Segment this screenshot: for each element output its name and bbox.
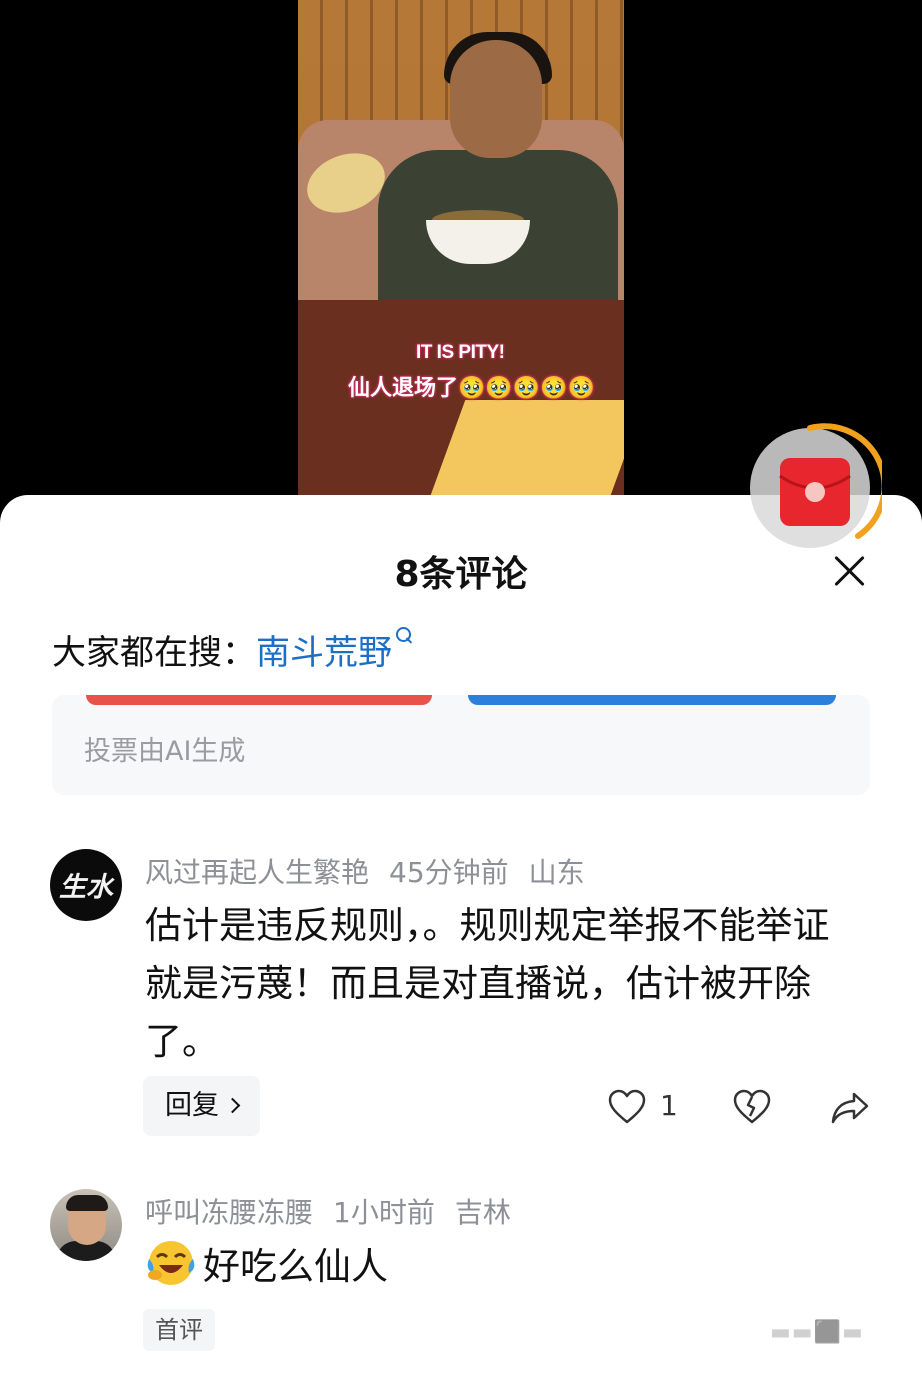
comment-location: 山东 bbox=[528, 856, 585, 889]
vote-card: 投票由AI生成 bbox=[52, 695, 870, 795]
red-envelope-icon[interactable] bbox=[748, 418, 882, 558]
like-count: 1 bbox=[660, 1089, 678, 1122]
avatar[interactable]: 生水 bbox=[50, 849, 122, 921]
like-heart-icon[interactable] bbox=[608, 1089, 646, 1125]
share-arrow-icon[interactable] bbox=[830, 1091, 870, 1125]
comment-meta: 风过再起人生繁艳 45分钟前 山东 bbox=[145, 851, 605, 891]
vote-option-left-bar[interactable] bbox=[86, 695, 432, 705]
first-comment-tag: 首评 bbox=[143, 1309, 215, 1351]
avatar-hair bbox=[66, 1195, 108, 1211]
video-caption-english: IT IS PITY! bbox=[416, 342, 505, 363]
comment-text: 好吃么仙人 bbox=[203, 1245, 388, 1288]
vote-ai-note: 投票由AI生成 bbox=[84, 736, 246, 767]
comment-location: 吉林 bbox=[454, 1196, 511, 1229]
search-icon bbox=[394, 625, 412, 651]
trending-search-prefix: 大家都在搜： bbox=[52, 633, 256, 673]
comment-username[interactable]: 呼叫冻腰冻腰 bbox=[145, 1196, 313, 1229]
comment-text-line: 好吃么仙人 bbox=[145, 1237, 865, 1296]
comment-time: 45分钟前 bbox=[389, 856, 509, 889]
comment-text: 估计是违反规则，。规则规定举报不能举证就是污蔑！而且是对直播说，估计被开除了。 bbox=[145, 904, 830, 1063]
comment-time: 1小时前 bbox=[333, 1196, 435, 1229]
laughing-crying-emoji-icon bbox=[147, 1241, 195, 1285]
comment-sheet: 8条评论 大家都在搜：南斗荒野 投票由AI生成 生水 风过再起人生繁艳 45分钟前… bbox=[0, 495, 922, 1374]
reply-label: 回复 bbox=[165, 1090, 219, 1121]
comment-username[interactable]: 风过再起人生繁艳 bbox=[145, 856, 369, 889]
video-tray bbox=[430, 400, 624, 495]
video-caption-chinese: 仙人退场了🥹🥹🥹🥹🥹 bbox=[348, 376, 595, 401]
avatar-calligraphy: 生水 bbox=[59, 872, 113, 903]
chevron-right-icon bbox=[224, 1097, 241, 1114]
trending-search-term[interactable]: 南斗荒野 bbox=[256, 633, 392, 673]
watermark-logo: ▬▬⬛▬ bbox=[770, 1320, 864, 1345]
video-frame[interactable]: IT IS PITY! 仙人退场了🥹🥹🥹🥹🥹 bbox=[298, 0, 624, 495]
video-person-head bbox=[450, 40, 542, 158]
dislike-broken-heart-icon[interactable] bbox=[733, 1089, 771, 1125]
vote-option-right-bar[interactable] bbox=[468, 695, 836, 705]
reply-button[interactable]: 回复 bbox=[143, 1076, 260, 1136]
avatar[interactable] bbox=[50, 1189, 122, 1261]
trending-search[interactable]: 大家都在搜：南斗荒野 bbox=[52, 625, 412, 674]
comment-meta: 呼叫冻腰冻腰 1小时前 吉林 bbox=[145, 1191, 531, 1231]
